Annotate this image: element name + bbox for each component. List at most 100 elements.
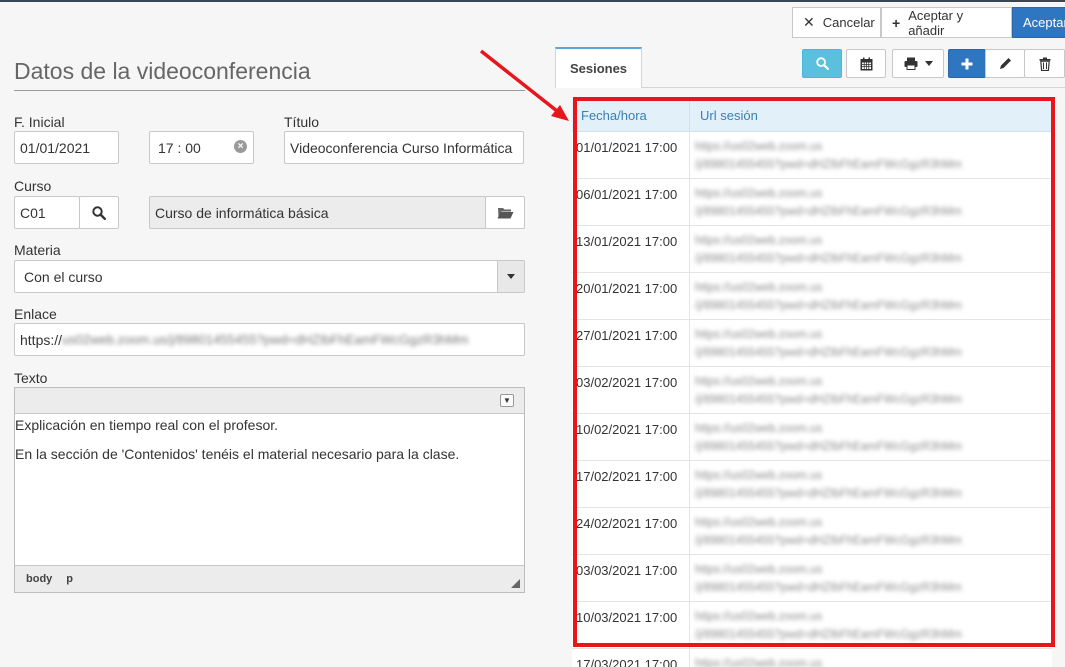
grid-body: 01/01/2021 17:00 https://us02web.zoom.us /… bbox=[572, 132, 1052, 667]
search-icon bbox=[92, 205, 106, 220]
cell-url: https://us02web.zoom.us/j/89801455455?pw… bbox=[690, 649, 1052, 667]
title-value: Videoconferencia Curso Informática bbox=[290, 139, 513, 156]
cell-url-line: /j/89801455455?pwd=dHZIbFhEamFWcGgzR3hMm bbox=[695, 582, 962, 594]
edit-button[interactable] bbox=[985, 49, 1025, 78]
caret-down-icon[interactable]: ▼ bbox=[500, 394, 514, 407]
resize-grip-icon[interactable] bbox=[511, 579, 520, 588]
cell-url-line: https://us02web.zoom.us bbox=[695, 517, 823, 529]
section-divider bbox=[14, 90, 525, 91]
course-label: Curso bbox=[14, 178, 52, 194]
cell-url: https://us02web.zoom.us/j/89801455455?pw… bbox=[690, 461, 1052, 507]
cell-datetime: 17/03/2021 17:00 bbox=[572, 649, 690, 667]
cell-url-line: https://us02web.zoom.us bbox=[695, 470, 823, 482]
pencil-icon bbox=[999, 58, 1011, 69]
text-label: Texto bbox=[14, 370, 48, 386]
link-prefix: https:// bbox=[20, 331, 63, 348]
start-time-input[interactable]: 17 : 00 × bbox=[149, 131, 254, 164]
tab-sessions[interactable]: Sesiones bbox=[555, 47, 642, 88]
cancel-button-label: Cancelar bbox=[822, 15, 875, 30]
tab-sessions-label: Sesiones bbox=[569, 61, 628, 76]
accept-button[interactable]: Aceptar bbox=[1012, 7, 1065, 38]
cell-datetime: 17/02/2021 17:00 bbox=[572, 461, 690, 507]
trash-icon bbox=[1039, 57, 1050, 71]
subject-value: Con el curso bbox=[24, 268, 103, 285]
link-label: Enlace bbox=[14, 306, 57, 322]
table-row[interactable]: 01/01/2021 17:00 https://us02web.zoom.us /… bbox=[572, 132, 1052, 179]
cell-url-line: https://us02web.zoom.us bbox=[695, 423, 823, 435]
accept-and-add-button[interactable]: + Aceptar y añadir bbox=[881, 7, 1012, 38]
cell-url-line: https://us02web.zoom.us bbox=[695, 329, 823, 341]
cell-datetime: 13/01/2021 17:00 bbox=[572, 226, 690, 272]
print-dropdown-button[interactable] bbox=[892, 49, 944, 78]
table-row[interactable]: 17/03/2021 17:00https://us02web.zoom.us/… bbox=[572, 649, 1052, 667]
course-code-input[interactable]: C01 bbox=[14, 196, 80, 229]
link-input[interactable]: https:// us02web.zoom.us/j/89801455455?p… bbox=[14, 323, 525, 356]
title-input[interactable]: Videoconferencia Curso Informática bbox=[284, 131, 524, 164]
plus-icon bbox=[961, 58, 973, 69]
cell-url: https://us02web.zoom.us/j/89801455455?pw… bbox=[690, 320, 1052, 366]
top-border bbox=[0, 0, 1065, 2]
cell-url: https://us02web.zoom.us/j/89801455455?pw… bbox=[690, 179, 1052, 225]
cell-url-line: https://us02web.zoom.us bbox=[695, 376, 823, 388]
cell-url: https://us02web.zoom.us/j/89801455455?pw… bbox=[690, 132, 1052, 178]
course-name-input: Curso de informática básica bbox=[149, 196, 486, 229]
cell-url-line: https://us02web.zoom.us bbox=[695, 282, 823, 294]
table-row[interactable]: 03/03/2021 17:00 https://us02web.zoom.us /… bbox=[572, 555, 1052, 602]
course-browse-button[interactable] bbox=[485, 196, 525, 229]
course-name-value: Curso de informática básica bbox=[155, 204, 329, 221]
cell-url-line: https://us02web.zoom.us bbox=[695, 141, 823, 153]
table-row[interactable]: 17/02/2021 17:00 https://us02web.zoom.us /… bbox=[572, 461, 1052, 508]
start-date-value: 01/01/2021 bbox=[20, 139, 91, 156]
cell-url: https://us02web.zoom.us/j/89801455455?pw… bbox=[690, 555, 1052, 601]
cell-url-line: /j/89801455455?pwd=dHZIbFhEamFWcGgzR3hMm bbox=[695, 253, 962, 265]
cell-datetime: 10/03/2021 17:00 bbox=[572, 602, 690, 648]
editor-paragraph: Explicación en tiempo real con el profes… bbox=[15, 417, 279, 433]
cell-url: https://us02web.zoom.us/j/89801455455?pw… bbox=[690, 602, 1052, 648]
editor-toolbar: ▼ bbox=[15, 388, 524, 414]
cell-datetime: 27/01/2021 17:00 bbox=[572, 320, 690, 366]
clear-icon[interactable]: × bbox=[234, 140, 247, 153]
grid-header: Fecha/hora Url sesión bbox=[572, 100, 1052, 132]
table-row[interactable]: 06/01/2021 17:00 https://us02web.zoom.us /… bbox=[572, 179, 1052, 226]
section-title: Datos de la videoconferencia bbox=[14, 58, 311, 84]
close-icon: ✕ bbox=[803, 14, 815, 30]
cell-url-line: /j/89801455455?pwd=dHZIbFhEamFWcGgzR3hMm bbox=[695, 206, 962, 218]
start-date-label: F. Inicial bbox=[14, 114, 65, 130]
cell-url-line: /j/89801455455?pwd=dHZIbFhEamFWcGgzR3hMm bbox=[695, 441, 962, 453]
editor-body[interactable]: Explicación en tiempo real con el profes… bbox=[15, 414, 524, 565]
select-arrow-button[interactable] bbox=[497, 261, 524, 292]
cell-url: https://us02web.zoom.us/j/89801455455?pw… bbox=[690, 508, 1052, 554]
cell-url-line: /j/89801455455?pwd=dHZIbFhEamFWcGgzR3hMm bbox=[695, 159, 962, 171]
table-row[interactable]: 20/01/2021 17:00 https://us02web.zoom.us /… bbox=[572, 273, 1052, 320]
start-date-input[interactable]: 01/01/2021 bbox=[14, 131, 119, 164]
status-path-body[interactable]: body bbox=[26, 573, 52, 585]
cell-datetime: 24/02/2021 17:00 bbox=[572, 508, 690, 554]
cell-datetime: 10/02/2021 17:00 bbox=[572, 414, 690, 460]
table-row[interactable]: 27/01/2021 17:00 https://us02web.zoom.us /… bbox=[572, 320, 1052, 367]
search-button[interactable] bbox=[802, 49, 842, 78]
subject-label: Materia bbox=[14, 242, 61, 258]
add-button[interactable] bbox=[948, 49, 986, 78]
table-row[interactable]: 24/02/2021 17:00 https://us02web.zoom.us /… bbox=[572, 508, 1052, 555]
delete-button[interactable] bbox=[1024, 49, 1065, 78]
cell-url-line: https://us02web.zoom.us bbox=[695, 564, 823, 576]
link-blurred: us02web.zoom.us/j/89801455455?pwd=dHZIbF… bbox=[62, 332, 469, 347]
cancel-button[interactable]: ✕ Cancelar bbox=[792, 7, 881, 38]
table-row[interactable]: 10/03/2021 17:00 https://us02web.zoom.us /… bbox=[572, 602, 1052, 649]
column-header-url[interactable]: Url sesión bbox=[690, 100, 1052, 131]
caret-down-icon bbox=[924, 61, 933, 66]
cell-url-line: /j/89801455455?pwd=dHZIbFhEamFWcGgzR3hMm bbox=[695, 535, 962, 547]
table-row[interactable]: 03/02/2021 17:00 https://us02web.zoom.us /… bbox=[572, 367, 1052, 414]
course-code-value: C01 bbox=[20, 204, 46, 221]
cell-url: https://us02web.zoom.us/j/89801455455?pw… bbox=[690, 226, 1052, 272]
course-search-button[interactable] bbox=[79, 196, 119, 229]
table-row[interactable]: 13/01/2021 17:00 https://us02web.zoom.us /… bbox=[572, 226, 1052, 273]
table-row[interactable]: 10/02/2021 17:00 https://us02web.zoom.us /… bbox=[572, 414, 1052, 461]
cell-datetime: 01/01/2021 17:00 bbox=[572, 132, 690, 178]
status-path-p[interactable]: p bbox=[66, 573, 73, 585]
column-header-datetime[interactable]: Fecha/hora bbox=[572, 100, 690, 131]
subject-select[interactable]: Con el curso bbox=[14, 260, 525, 293]
cell-url-line: /j/89801455455?pwd=dHZIbFhEamFWcGgzR3hMm bbox=[695, 629, 962, 641]
rich-text-editor[interactable]: ▼ Explicación en tiempo real con el prof… bbox=[14, 387, 525, 593]
calendar-button[interactable] bbox=[846, 49, 886, 78]
